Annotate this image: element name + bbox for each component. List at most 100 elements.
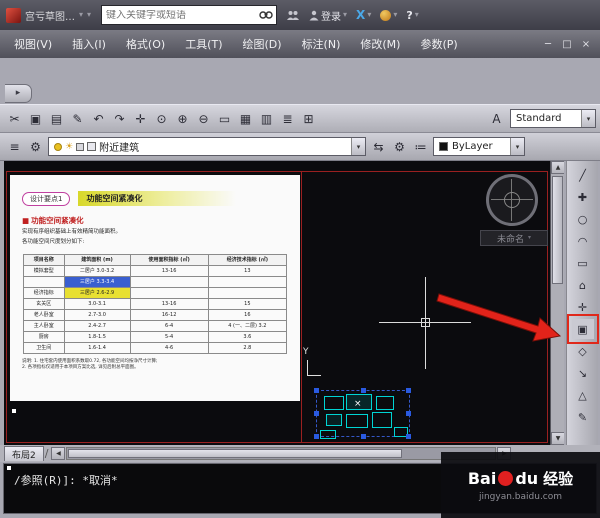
menu-item[interactable]: 插入(I) (62, 31, 116, 57)
sign-in-button[interactable]: 登录 ▾ (309, 8, 347, 23)
toolbar-icon[interactable]: ⊙ (151, 108, 172, 129)
menu-item[interactable]: 格式(O) (116, 31, 175, 57)
toolbar-icon[interactable]: ✎ (67, 108, 88, 129)
navigation-wheel[interactable] (486, 174, 538, 226)
grip-point[interactable] (314, 411, 319, 416)
chevron-down-icon[interactable]: ▾ (79, 11, 83, 19)
jingyan-badge: 经验 (543, 470, 574, 488)
menu-item[interactable]: 工具(T) (175, 31, 232, 57)
search-input[interactable] (102, 9, 260, 21)
grip-point[interactable] (406, 434, 411, 439)
toolbar-icon[interactable]: ⊖ (193, 108, 214, 129)
text-style-group: A Standard ▾ (486, 108, 596, 129)
toolbar-icon[interactable]: ▣ (25, 108, 46, 129)
modify-tool-icon[interactable]: ○ (572, 209, 594, 229)
modify-tool-icon[interactable]: ✛ (572, 297, 594, 317)
menu-item[interactable]: 标注(N) (292, 31, 351, 57)
modify-tool-icon[interactable]: ▣ (566, 314, 599, 344)
chevron-down-icon[interactable]: ▾ (87, 11, 91, 19)
menu-item[interactable]: 绘图(D) (233, 31, 292, 57)
menu-item[interactable]: 视图(V) (4, 31, 62, 57)
help-menu-button[interactable]: ? ▾ (406, 9, 418, 22)
toolbar-icon[interactable]: ▦ (235, 108, 256, 129)
chevron-down-icon: ▾ (343, 10, 348, 19)
layer-combo[interactable]: ☀ 附近建筑 ▾ (48, 137, 366, 156)
toolbar-icon[interactable]: ▥ (256, 108, 277, 129)
toolbar-icon[interactable]: ⊞ (298, 108, 319, 129)
drawing-canvas[interactable]: 设计要点1 功能空间紧凑化 ■ 功能空间紧凑化 实现有序组织基础上有效精简功能面积… (4, 161, 564, 445)
toolbar-icon[interactable]: ↷ (109, 108, 130, 129)
ucs-y-axis-label: Y (303, 347, 309, 357)
modify-tool-icon[interactable]: ⌂ (572, 275, 594, 295)
layout-tab[interactable]: 布局2 (4, 446, 44, 461)
modify-tool-icon[interactable]: △ (572, 385, 594, 405)
horizontal-scroll-thumb[interactable] (68, 449, 403, 458)
grip-point[interactable] (361, 388, 366, 393)
grip-point[interactable] (314, 434, 319, 439)
binoculars-search-icon[interactable] (259, 10, 273, 20)
app-icon[interactable] (6, 7, 21, 23)
vertical-scroll-thumb[interactable] (552, 176, 563, 284)
modify-tool-icon[interactable]: ╱ (572, 165, 594, 185)
minimize-button[interactable]: ─ (540, 37, 556, 52)
color-combo[interactable]: ByLayer ▾ (433, 137, 525, 156)
chevron-down-icon[interactable]: ▾ (351, 138, 365, 155)
scroll-left-button[interactable]: ◀ (51, 447, 66, 460)
scroll-up-button[interactable]: ▲ (551, 161, 564, 174)
layer-tool-icon[interactable]: ⚙ (25, 136, 46, 157)
grip-point[interactable] (406, 388, 411, 393)
grip-point[interactable] (314, 388, 319, 393)
modify-tool-icon[interactable]: ✎ (572, 407, 594, 427)
modify-tool-icon[interactable]: ↘ (572, 363, 594, 383)
modify-tool-icon[interactable]: ◠ (572, 231, 594, 251)
chevron-down-icon[interactable]: ▾ (581, 110, 595, 127)
panel-collapse-tab[interactable]: ▸ (5, 84, 32, 103)
toolbar-icon[interactable]: ✂ (4, 108, 25, 129)
layer-tool-icon[interactable]: ⚙ (389, 136, 410, 157)
scroll-down-button[interactable]: ▼ (551, 432, 564, 445)
restore-button[interactable]: □ (559, 37, 575, 52)
vertical-scrollbar[interactable]: ▲ ▼ (550, 161, 564, 445)
subscription-icon[interactable]: ▾ (380, 9, 397, 21)
toolbar-icon[interactable]: ▭ (214, 108, 235, 129)
text-style-combo[interactable]: Standard ▾ (510, 109, 596, 128)
person-icon (309, 10, 319, 20)
grip-point[interactable] (12, 409, 16, 413)
plan-shape (346, 414, 368, 428)
layer-tool-icon[interactable]: ≔ (410, 136, 431, 157)
toolbar-icon[interactable]: ✛ (130, 108, 151, 129)
layer-tool-icon[interactable]: ⇆ (368, 136, 389, 157)
toolbar-icon[interactable]: ⊕ (172, 108, 193, 129)
text-style-icon[interactable]: A (486, 108, 507, 129)
grip-point[interactable] (361, 434, 366, 439)
grip-point[interactable] (406, 411, 411, 416)
workspace-switcher[interactable]: 宫亏草图… (25, 8, 75, 23)
close-button[interactable]: × (578, 37, 594, 52)
layer-lock-icon[interactable] (76, 142, 85, 151)
chevron-down-icon[interactable]: ▾ (510, 138, 524, 155)
view-name-control[interactable]: 未命名 ▾ (480, 230, 548, 246)
toolbar-icon[interactable]: ▤ (46, 108, 67, 129)
menu-item[interactable]: 参数(P) (410, 31, 467, 57)
crosshair-pickbox (421, 318, 430, 327)
plan-shape (372, 412, 392, 428)
chevron-down-icon: ▾ (528, 234, 532, 241)
modify-tool-icon[interactable]: ▭ (572, 253, 594, 273)
layer-freeze-sun-icon[interactable]: ☀ (65, 142, 73, 152)
layer-tool-icon[interactable]: ≡ (4, 136, 25, 157)
modify-tool-icon[interactable]: ◇ (572, 341, 594, 361)
toolbar-icon[interactable]: ≣ (277, 108, 298, 129)
exchange-apps-icon[interactable]: X ▾ (356, 8, 371, 22)
baidu-jingyan-watermark: Bai du 经验 jingyan.baidu.com (441, 452, 600, 518)
command-window-grip[interactable] (7, 466, 11, 470)
community-icon[interactable] (286, 10, 300, 21)
menu-item[interactable]: 修改(M) (350, 31, 410, 57)
layer-on-bulb-icon[interactable] (54, 142, 62, 151)
modify-toolbar: ╱ ✚ ○ ◠ ▭ ⌂ ✛ ▣ ◇ ↘ △ ✎ (566, 161, 599, 445)
baidu-logo: Bai du 经验 (468, 468, 573, 489)
floor-plan-drawing[interactable]: × (314, 385, 414, 443)
toolbar-icon[interactable]: ↶ (88, 108, 109, 129)
horizontal-scrollbar[interactable] (66, 447, 497, 460)
standard-toolbar-icons: ✂ ▣ ▤ ✎ ↶ ↷ ✛ ⊙ ⊕ ⊖ ▭ ▦ ▥ ≣ ⊞ (4, 108, 319, 129)
modify-tool-icon[interactable]: ✚ (572, 187, 594, 207)
